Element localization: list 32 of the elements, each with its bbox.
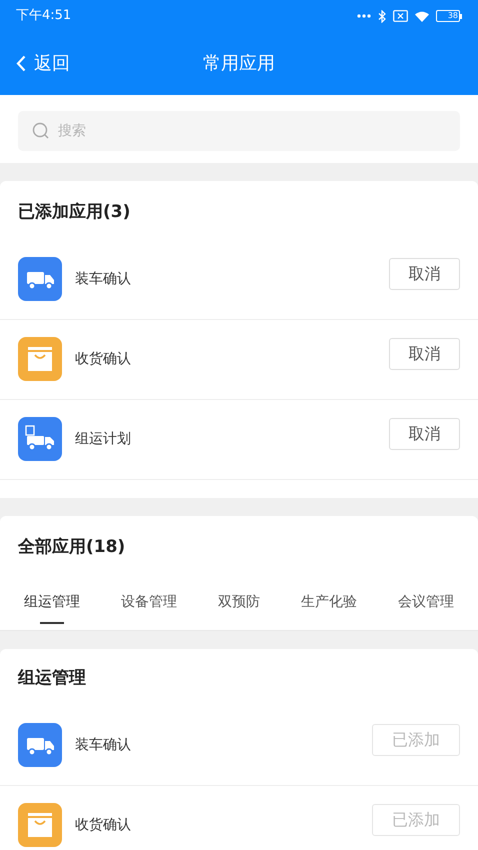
app-name: 组运计划	[75, 430, 131, 448]
app-name: 收货确认	[75, 350, 131, 368]
search-field[interactable]: 搜索	[18, 111, 460, 151]
truck-icon	[18, 257, 62, 301]
more-dots-icon	[357, 14, 371, 18]
wifi-icon	[415, 10, 429, 22]
app-action-button[interactable]: 取消	[389, 418, 460, 450]
section-title: 组运管理	[16, 667, 87, 690]
app-action-button[interactable]: 取消	[389, 258, 460, 290]
section-title: 全部应用(18)	[16, 536, 126, 558]
app-name: 收货确认	[75, 816, 131, 834]
section-title: 已添加应用(3)	[17, 201, 132, 224]
status-time: 下午4:51	[16, 7, 72, 26]
sim-icon	[393, 10, 408, 22]
bluetooth-icon	[378, 10, 386, 22]
truck-with-document-icon	[18, 417, 62, 461]
category-tab[interactable]: 设备管理	[121, 592, 177, 630]
app-action-button[interactable]: 取消	[389, 338, 460, 370]
category-tab[interactable]: 双预防	[218, 592, 260, 630]
battery-level: 38	[448, 12, 458, 20]
app-name: 装车确认	[75, 736, 131, 754]
category-tab[interactable]: 组运管理	[24, 592, 80, 630]
page-title: 常用应用	[203, 52, 275, 76]
truck-icon	[18, 723, 62, 767]
category-tab[interactable]: 生产化验	[301, 592, 357, 630]
search-icon	[32, 122, 50, 140]
app-name: 装车确认	[75, 270, 131, 288]
bag-icon	[18, 803, 62, 847]
category-tab[interactable]: 会议管理	[398, 592, 454, 630]
back-chevron-icon	[16, 55, 26, 72]
back-button[interactable]: 返回	[0, 50, 70, 77]
bag-icon	[18, 337, 62, 381]
